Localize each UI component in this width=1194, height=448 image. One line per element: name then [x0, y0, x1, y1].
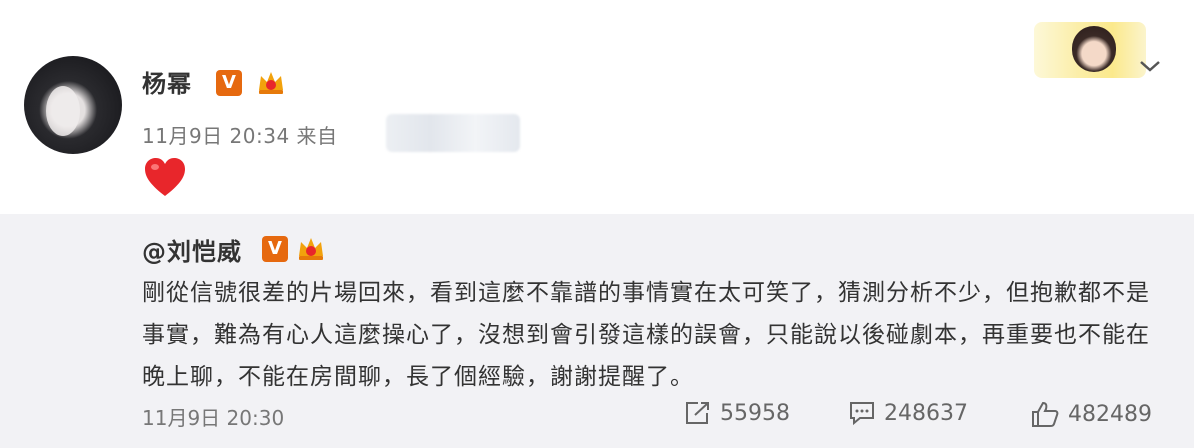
repost-meta: 11月9日 20:30	[142, 402, 284, 431]
repost-date: 11月9日	[142, 406, 221, 430]
like-count: 482489	[1068, 401, 1152, 427]
post-source-label: 来自	[296, 124, 338, 148]
chevron-down-icon[interactable]	[1138, 58, 1162, 74]
repost-time[interactable]: 20:30	[227, 406, 285, 430]
blurred-source	[386, 114, 520, 152]
thumbs-up-icon	[1032, 401, 1059, 427]
heart-icon	[145, 158, 185, 196]
like-button[interactable]: 482489	[1030, 400, 1152, 428]
comment-button[interactable]: 248637	[848, 400, 968, 426]
post-time[interactable]: 20:34	[230, 124, 290, 148]
repost-author[interactable]: @刘恺威	[142, 232, 242, 267]
repost-text: 剛從信號很差的片場回來，看到這麼不靠譜的事情實在太可笑了，猜測分析不少，但抱歉都…	[142, 280, 1150, 390]
comment-count: 248637	[884, 400, 968, 426]
share-icon	[686, 402, 709, 424]
decoration-avatar	[1072, 26, 1116, 72]
author-name[interactable]: 杨幂	[142, 64, 192, 99]
repost-button[interactable]: 55958	[684, 400, 790, 426]
crown-icon	[259, 72, 283, 94]
post-meta: 11月9日 20:34 来自	[142, 120, 338, 149]
verified-badge-icon: V	[216, 70, 242, 96]
post-date: 11月9日	[142, 124, 223, 148]
repost-count: 55958	[720, 400, 790, 426]
author-avatar[interactable]	[24, 56, 122, 154]
repost-verified-badge-icon: V	[262, 236, 288, 262]
repost-crown-icon	[299, 238, 323, 260]
comment-icon	[850, 402, 874, 426]
